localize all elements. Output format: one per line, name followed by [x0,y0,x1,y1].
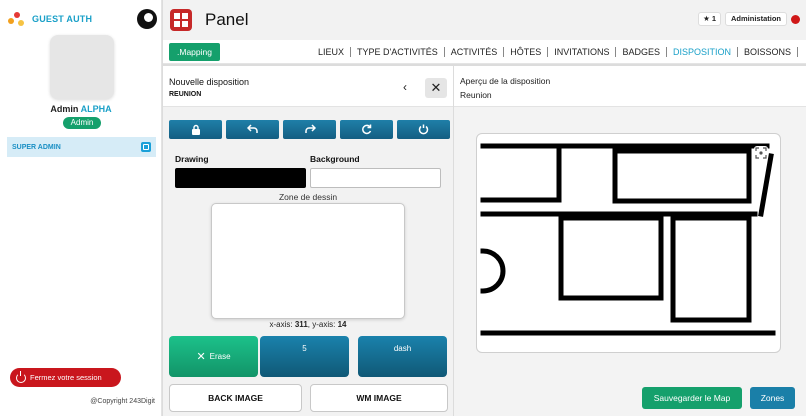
refresh-icon [362,124,372,135]
brand-name: GUEST AUTH [32,14,93,24]
drawing-label: Drawing [175,154,209,164]
user-first-name: Admin [50,104,79,114]
navbar: .Mapping LIEUX TYPE D'ACTIVITÉS ACTIVITÉ… [163,40,806,64]
erase-button[interactable]: ✕ Erase [169,336,258,377]
redo-icon [304,124,316,133]
editor-header: Nouvelle disposition REUNION ‹ ✕ [163,66,453,107]
copyright: @Copyright 243Digit [90,398,155,405]
avatar [50,35,114,99]
top-header: Panel ★ 1 Administation [163,0,806,40]
status-dot-icon [791,14,800,24]
undo-button[interactable] [226,120,279,139]
preview-subtitle: Reunion [460,90,492,100]
background-color-field[interactable] [310,168,441,188]
editor-panel: Nouvelle disposition REUNION ‹ ✕ Drawing… [163,66,453,416]
sidebar-item-super-admin[interactable]: SUPER ADMIN [7,137,156,157]
back-image-button[interactable]: BACK IMAGE [169,384,302,412]
editor-subtitle: REUNION [169,91,202,98]
user-last-name: ALPHA [80,104,112,114]
x-axis-label: x-axis: [269,320,293,329]
coordinate-readout: x-axis: 311, y-axis: 14 [269,320,347,329]
notification-badge[interactable]: ★ 1 [698,12,721,26]
app-icon [141,142,151,152]
close-icon: ✕ [196,351,206,363]
y-axis-label: y-axis: [312,320,336,329]
reset-button[interactable] [397,120,450,139]
sidebar: GUEST AUTH Admin ALPHA Admin SUPER ADMIN… [0,0,162,416]
page-title: Panel [205,10,249,29]
power-icon [16,370,26,383]
close-button[interactable]: ✕ [425,78,447,98]
role-badge: Admin [63,117,101,129]
undo-icon [246,124,258,133]
tab-invitations[interactable]: INVITATIONS [548,47,617,57]
drawing-canvas[interactable] [211,203,405,319]
save-map-button[interactable]: Sauvegarder le Map [642,387,742,409]
tab-bar: LIEUX TYPE D'ACTIVITÉS ACTIVITÉS HÔTES I… [312,40,798,64]
erase-label: Erase [209,352,231,361]
line-style-select[interactable]: dash [358,336,447,377]
layout-drawing [480,143,776,336]
stroke-width-select[interactable]: 5 [260,336,349,377]
wm-image-button[interactable]: WM IMAGE [310,384,448,412]
zones-button[interactable]: Zones [750,387,795,409]
star-icon: ★ [703,14,710,23]
panel-icon [170,9,192,31]
header-right: ★ 1 Administation [698,12,800,26]
draw-toolbar [169,120,450,139]
tab-boissons[interactable]: BOISSONS [738,47,798,57]
mapping-button[interactable]: .Mapping [169,43,220,61]
refresh-button[interactable] [340,120,393,139]
preview-panel: Aperçu de la disposition Reunion Sauvega… [454,66,806,416]
tab-hotes[interactable]: HÔTES [504,47,549,57]
notification-count: 1 [711,14,716,23]
lock-button[interactable] [169,120,222,139]
tab-activites[interactable]: ACTIVITÉS [445,47,505,57]
brand-logo-icon [8,10,26,28]
admin-badge[interactable]: Administation [725,12,787,26]
lock-icon [191,124,200,135]
sidebar-item-label: SUPER ADMIN [12,143,61,151]
y-axis-value: 14 [337,320,347,329]
reset-icon [418,124,429,135]
tab-type-activites[interactable]: TYPE D'ACTIVITÉS [351,47,445,57]
drawing-color-field[interactable] [175,168,306,188]
layout-preview [476,133,781,353]
x-axis-value: 311 [294,320,308,329]
chevron-left-icon[interactable]: ‹ [403,80,407,94]
fullscreen-icon[interactable] [754,146,768,160]
preview-header: Aperçu de la disposition Reunion [454,66,806,107]
user-name: Admin ALPHA [0,104,162,114]
logout-label: Fermez votre session [30,373,102,382]
tab-lieux[interactable]: LIEUX [312,47,352,57]
close-icon: ✕ [430,80,442,95]
theme-toggle-icon[interactable] [137,9,157,29]
editor-title: Nouvelle disposition [169,77,250,87]
redo-button[interactable] [283,120,336,139]
preview-title: Aperçu de la disposition [460,76,551,86]
brand[interactable]: GUEST AUTH [8,10,92,28]
tab-disposition[interactable]: DISPOSITION [667,47,738,57]
logout-button[interactable]: Fermez votre session [10,368,121,387]
background-label: Background [310,154,360,164]
tab-badges[interactable]: BADGES [616,47,667,57]
zone-label: Zone de dessin [278,192,338,202]
